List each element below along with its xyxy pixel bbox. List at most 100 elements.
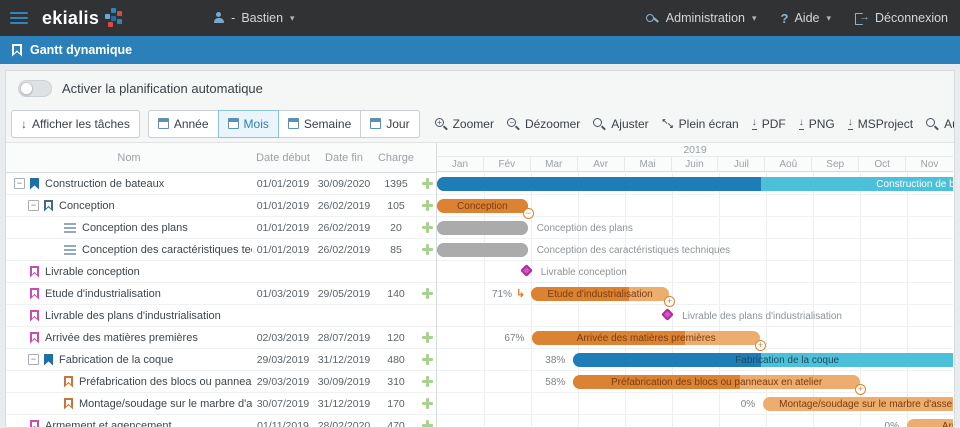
- add-task-button[interactable]: [421, 244, 433, 255]
- date-start-cell: 01/11/2019: [257, 419, 309, 428]
- bar-label: Préfabrication des blocs ou panneaux en …: [611, 377, 823, 388]
- toolbar-button-label: Dézoomer: [524, 116, 581, 131]
- toolbar-button-month[interactable]: Mois: [217, 109, 279, 138]
- add-task-button[interactable]: [421, 420, 433, 427]
- chart-header: 2019 Jan Fév Mar Avr Mai Juin Juil Aoû Sep Oct Nov: [436, 143, 953, 173]
- user-menu[interactable]: - Bastien ▾: [212, 11, 295, 25]
- add-task-button[interactable]: [421, 288, 433, 299]
- collapse-expander[interactable]: −: [28, 354, 39, 365]
- date-end-cell: 26/02/2019: [317, 221, 371, 234]
- column-header-nom: Nom: [117, 151, 141, 164]
- progress-percent: 38%: [545, 355, 566, 366]
- table-row[interactable]: Montage/soudage sur le marbre d'assembla…: [6, 393, 436, 415]
- month-header-cell: Mar: [531, 157, 578, 171]
- toolbar-button-pdf[interactable]: ↓ PDF: [746, 110, 792, 138]
- charge-cell: 85: [390, 243, 402, 256]
- task-name: Fabrication de la coque: [59, 353, 174, 366]
- table-row[interactable]: Etude d'industrialisation 01/03/2019 29/05…: [6, 283, 436, 305]
- table-row[interactable]: Livrable des plans d'industrialisation: [6, 305, 436, 327]
- bar-label: Montage/soudage sur le marbre d'assembla…: [779, 399, 953, 410]
- gantt-chart: Construction de bateauxConception−Concep…: [436, 173, 953, 427]
- task-name: Arrivée des matières premières: [45, 331, 198, 344]
- toggle-knob: [20, 81, 33, 95]
- top-bar: ekialis - Bastien ▾ Administration ▾ ? Aide…: [0, 0, 960, 36]
- calendar-icon: [370, 118, 382, 129]
- bar-label: Etude d'industrialisation: [547, 289, 653, 300]
- table-header: Nom Date début Date fin Charge: [6, 143, 436, 173]
- node-toggle-button[interactable]: +: [664, 296, 676, 307]
- toolbar-button-year[interactable]: Année: [147, 109, 219, 138]
- add-cell: [418, 222, 436, 233]
- toolbar-button-label: MSProject: [857, 116, 914, 131]
- table-row[interactable]: Armement et agencement 01/11/2019 28/02/20…: [6, 415, 436, 428]
- charge-cell: 480: [387, 353, 405, 366]
- table-row[interactable]: Conception des plans 01/01/2019 26/02/2019…: [6, 217, 436, 239]
- add-task-button[interactable]: [421, 200, 433, 211]
- collapse-expander[interactable]: −: [14, 178, 25, 189]
- menu-item-label: Aide: [794, 11, 820, 25]
- date-end-cell: 31/12/2019: [317, 353, 371, 366]
- fullscreen-icon: ↖ ↘: [661, 116, 674, 130]
- auto-planning-row: Activer la planification automatique: [6, 71, 954, 105]
- gantt-bar[interactable]: [437, 221, 528, 235]
- charge-cell: 470: [387, 419, 405, 428]
- date-start-cell: 01/01/2019: [256, 243, 310, 256]
- table-row[interactable]: Livrable conception: [6, 261, 436, 283]
- add-task-button[interactable]: [421, 222, 433, 233]
- table-row[interactable]: − Construction de bateaux 01/01/2019 30/09/…: [6, 173, 436, 195]
- toolbar-button-day[interactable]: Jour: [360, 109, 420, 138]
- toolbar-button-fullscreen[interactable]: ↖ ↘ Plein écran: [656, 110, 745, 138]
- charge-cell: 140: [387, 287, 405, 300]
- toolbar-button-label: Ajuster: [611, 116, 649, 131]
- zoom-out-icon: −: [506, 117, 520, 130]
- row-separator: [437, 238, 953, 239]
- grid-header: Nom Date début Date fin Charge 2019 Jan Fév M…: [6, 143, 954, 173]
- table-row[interactable]: Conception des caractéristiques techniqu…: [6, 239, 436, 261]
- brand-logo[interactable]: ekialis: [42, 8, 124, 29]
- collapse-expander[interactable]: −: [28, 200, 39, 211]
- auto-planning-toggle[interactable]: [18, 79, 52, 97]
- toolbar-button-today[interactable]: Aujourd'hui: [920, 110, 954, 138]
- toolbar-button-png[interactable]: ↓ PNG: [793, 110, 841, 138]
- date-start-cell: 29/03/2019: [256, 375, 310, 388]
- column-header-charge: Charge: [377, 151, 415, 164]
- gantt-bar[interactable]: [437, 243, 528, 257]
- toolbar-button-week[interactable]: Semaine: [277, 109, 362, 138]
- table-row[interactable]: − Fabrication de la coque 29/03/2019 31/12/…: [6, 349, 436, 371]
- calendar-icon: [287, 118, 299, 129]
- menu-aide[interactable]: ? Aide ▾: [781, 11, 832, 26]
- node-toggle-button[interactable]: +: [754, 340, 766, 351]
- menu-administration[interactable]: Administration ▾: [645, 11, 757, 25]
- add-task-button[interactable]: [421, 354, 433, 365]
- task-name-cell: Conception des caractéristiques techniqu…: [6, 244, 252, 256]
- month-header: Jan Fév Mar Avr Mai Juin Juil Aoû Sep Oct Nov: [437, 157, 953, 172]
- bookmark-icon: [30, 419, 39, 427]
- node-toggle-button[interactable]: +: [855, 384, 866, 395]
- gantt-panel: Activer la planification automatique ↓ Af…: [5, 70, 955, 428]
- table-row[interactable]: Préfabrication des blocs ou panneaux en …: [6, 371, 436, 393]
- table-row[interactable]: − Conception 01/01/2019 26/02/2019 105: [6, 195, 436, 217]
- charge-cell: 1395: [384, 177, 408, 190]
- bookmark-icon: [30, 287, 39, 300]
- toolbar-button-msproject[interactable]: ↓ MSProject: [842, 110, 919, 138]
- menu-icon[interactable]: [0, 0, 38, 36]
- toolbar-button-label: Aujourd'hui: [944, 116, 954, 131]
- toolbar-button-fit[interactable]: Ajuster: [587, 110, 654, 138]
- table-row[interactable]: Arrivée des matières premières 02/03/2019…: [6, 327, 436, 349]
- add-task-button[interactable]: [421, 332, 433, 343]
- add-task-button[interactable]: [421, 178, 433, 189]
- toolbar-button-zoom-out[interactable]: − Dézoomer: [501, 110, 586, 138]
- task-name-cell: − Fabrication de la coque: [6, 353, 252, 366]
- bookmark-icon: [30, 331, 39, 344]
- gantt-bar-progress: [573, 353, 762, 367]
- column-header-date-debut: Date début: [256, 151, 310, 164]
- add-task-button[interactable]: [421, 376, 433, 387]
- toolbar-button-label: Jour: [386, 116, 410, 131]
- add-task-button[interactable]: [421, 398, 433, 409]
- date-start-cell: 30/07/2019: [256, 397, 310, 410]
- toolbar-button-zoom-in[interactable]: + Zoomer: [429, 110, 500, 138]
- bar-label: Arrivée des matières premières: [576, 333, 716, 344]
- menu-deconnexion[interactable]: Déconnexion: [855, 11, 948, 25]
- node-toggle-button[interactable]: −: [522, 208, 534, 219]
- toolbar-button-show-tasks[interactable]: ↓ Afficher les tâches: [11, 109, 140, 138]
